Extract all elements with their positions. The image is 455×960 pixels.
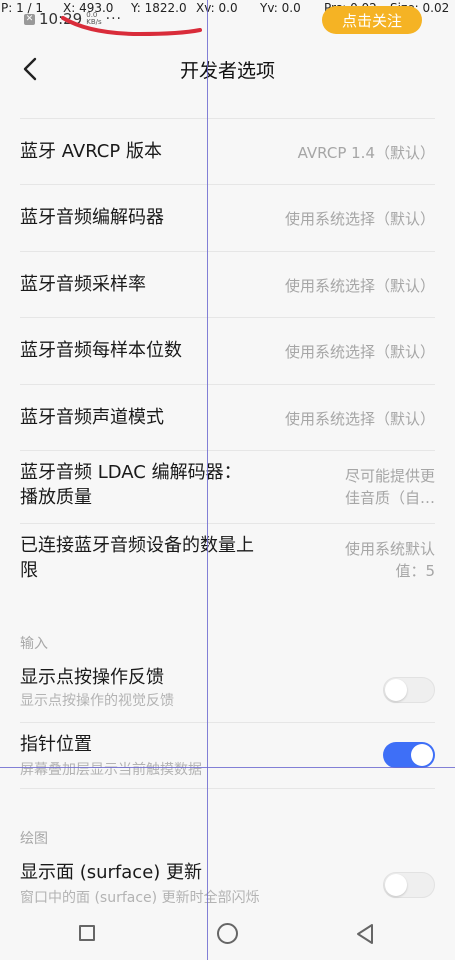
setting-title: 蓝牙音频声道模式 [20, 407, 164, 428]
status-bar: P: 1 / 1 X: 493.0 Y: 1822.0 Xv: 0.0 Yv: … [0, 0, 455, 37]
setting-value: AVRCP 1.4（默认） [297, 144, 435, 162]
divider [20, 788, 435, 789]
pointer-location-toggle[interactable] [383, 742, 435, 768]
setting-value: 使用系统选择（默认） [284, 277, 435, 295]
toggle-knob [411, 744, 433, 766]
setting-title: 蓝牙音频采样率 [20, 274, 146, 295]
circle-icon[interactable] [217, 923, 238, 944]
red-annotation-stroke [61, 16, 202, 37]
setting-subtitle: 显示点按操作的视觉反馈 [20, 693, 174, 709]
setting-title-line2: 限 [20, 560, 38, 581]
pointer-crosshair-vertical [207, 0, 208, 960]
debug-yv: Yv: 0.0 [260, 1, 301, 15]
setting-value: 使用系统选择（默认） [284, 410, 435, 428]
pointer-crosshair-horizontal [0, 767, 455, 768]
setting-value-line2: 值：5 [395, 562, 435, 580]
setting-sample-rate[interactable]: 蓝牙音频采样率 使用系统选择（默认） [20, 252, 435, 317]
setting-channel-mode[interactable]: 蓝牙音频声道模式 使用系统选择（默认） [20, 385, 435, 450]
setting-value: 使用系统选择（默认） [284, 343, 435, 361]
setting-title-line1: 已连接蓝牙音频设备的数量上 [20, 535, 254, 556]
follow-button[interactable]: 点击关注 [322, 6, 422, 34]
setting-value: 使用系统选择（默认） [284, 210, 435, 228]
toggle-knob [385, 679, 407, 701]
setting-title-line2: 播放质量 [20, 487, 92, 508]
setting-subtitle: 屏幕叠加层显示当前触摸数据 [20, 762, 202, 778]
surface-updates-toggle[interactable] [383, 872, 435, 898]
setting-title-line1: 蓝牙音频 LDAC 编解码器： [20, 462, 242, 483]
setting-show-taps[interactable]: 显示点按操作反馈 显示点按操作的视觉反馈 [20, 660, 435, 722]
triangle-back-icon[interactable] [355, 923, 375, 945]
app-header: 开发者选项 [0, 40, 455, 98]
notification-close-icon: ✕ [24, 13, 35, 25]
setting-audio-codec[interactable]: 蓝牙音频编解码器 使用系统选择（默认） [20, 185, 435, 251]
setting-value-line1: 使用系统默认 [344, 540, 435, 558]
setting-title: 显示面 (surface) 更新 [20, 862, 203, 883]
setting-avrcp-version[interactable]: 蓝牙 AVRCP 版本 AVRCP 1.4（默认） [20, 119, 435, 184]
setting-title: 蓝牙音频每样本位数 [20, 340, 182, 361]
setting-title: 指针位置 [20, 734, 92, 755]
section-header-drawing: 绘图 [20, 831, 48, 847]
square-icon[interactable] [79, 925, 95, 941]
setting-title: 蓝牙 AVRCP 版本 [20, 141, 162, 162]
setting-bits-per-sample[interactable]: 蓝牙音频每样本位数 使用系统选择（默认） [20, 318, 435, 384]
page-title: 开发者选项 [179, 60, 275, 82]
toggle-knob [385, 874, 407, 896]
setting-title: 蓝牙音频编解码器 [20, 207, 164, 228]
setting-value-line1: 尽可能提供更 [344, 467, 435, 485]
setting-title: 显示点按操作反馈 [20, 667, 164, 688]
section-header-input: 输入 [20, 636, 48, 652]
setting-pointer-location[interactable]: 指针位置 屏幕叠加层显示当前触摸数据 [20, 723, 435, 788]
show-taps-toggle[interactable] [383, 677, 435, 703]
setting-value-line2: 佳音质（自… [344, 489, 435, 507]
navigation-bar [0, 905, 455, 960]
setting-ldac-quality[interactable]: 蓝牙音频 LDAC 编解码器： 播放质量 尽可能提供更 佳音质（自… [20, 451, 435, 523]
setting-max-connected-devices[interactable]: 已连接蓝牙音频设备的数量上 限 使用系统默认 值：5 [20, 524, 435, 594]
